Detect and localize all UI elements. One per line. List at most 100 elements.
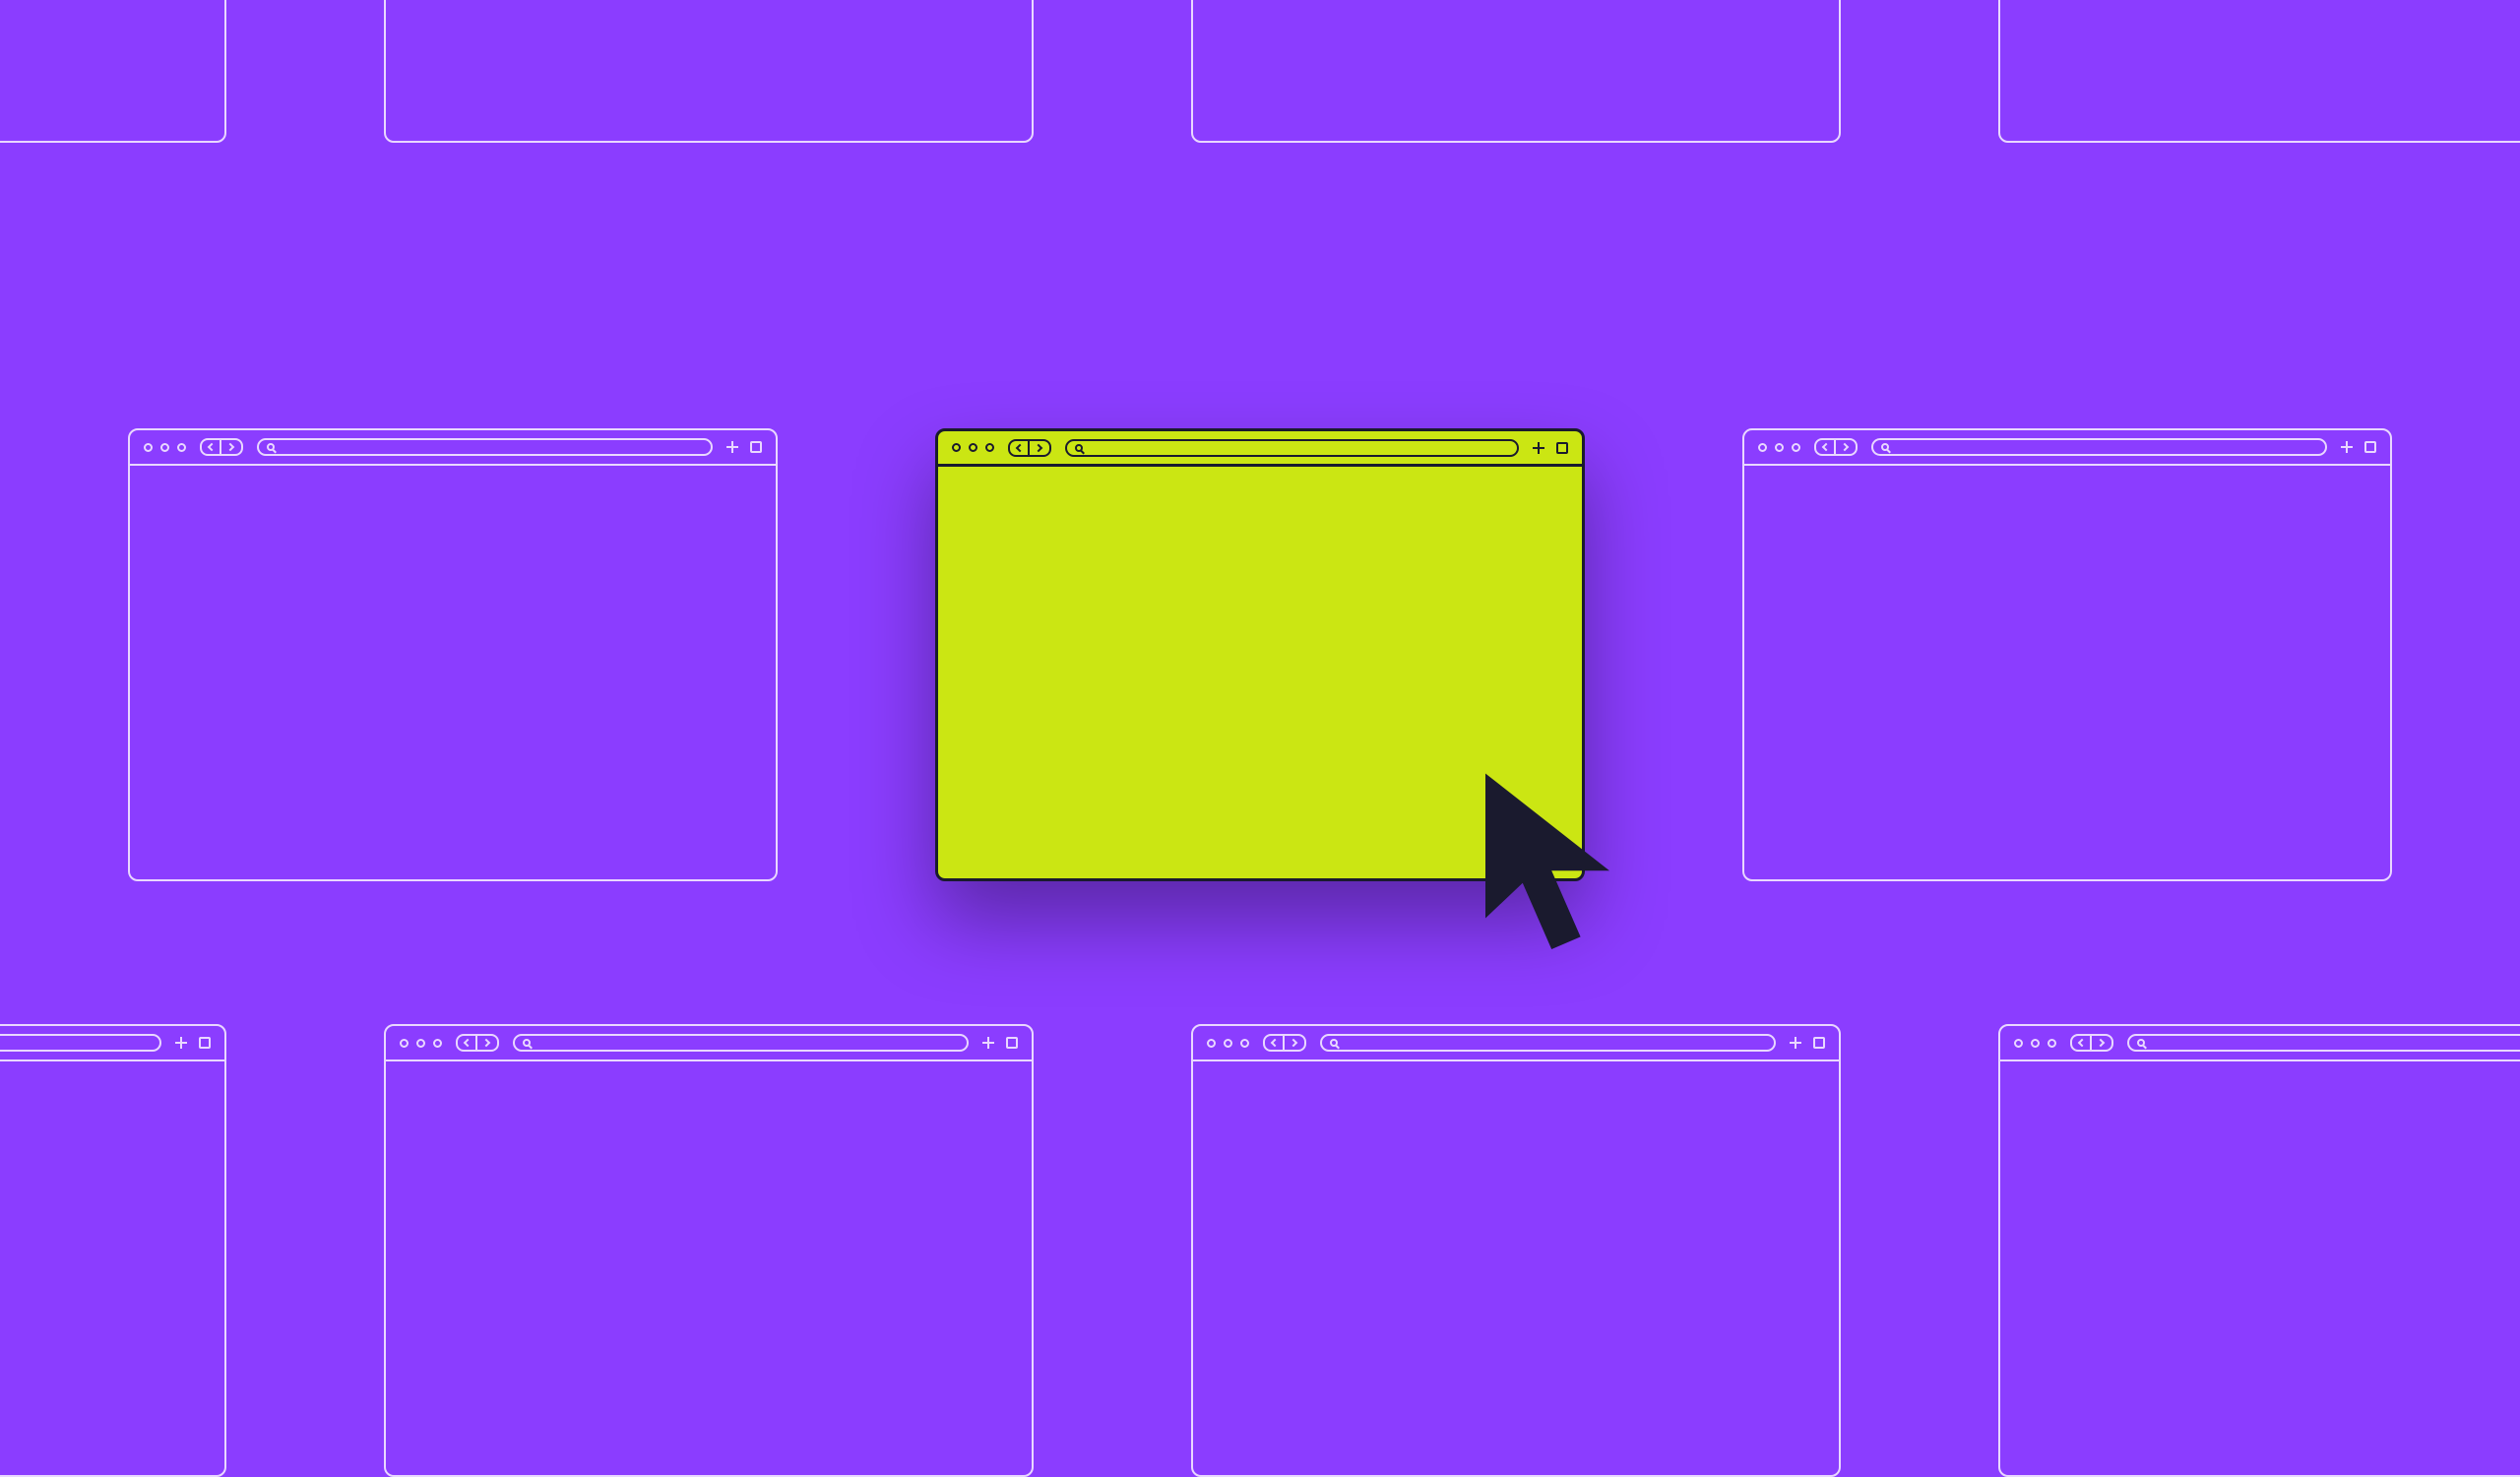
close-icon xyxy=(2014,1039,2023,1048)
close-icon[interactable] xyxy=(952,443,961,452)
maximize-icon[interactable] xyxy=(985,443,994,452)
traffic-lights xyxy=(1758,443,1800,452)
browser-window-outline xyxy=(384,0,1034,143)
toolbar xyxy=(938,431,1582,467)
traffic-lights xyxy=(400,1039,442,1048)
nav-buttons xyxy=(1008,439,1051,457)
chevron-right-icon xyxy=(482,1039,490,1047)
forward-button xyxy=(2092,1036,2111,1050)
tabs-icon xyxy=(1006,1037,1018,1049)
back-button xyxy=(1816,440,1836,454)
address-bar xyxy=(1871,438,2327,456)
forward-button xyxy=(1836,440,1856,454)
chevron-left-icon xyxy=(464,1039,472,1047)
chevron-right-icon xyxy=(226,443,234,451)
back-button xyxy=(1265,1036,1285,1050)
plus-icon xyxy=(982,1037,994,1049)
close-icon xyxy=(1207,1039,1216,1048)
right-controls xyxy=(1790,1037,1825,1049)
browser-window-outline xyxy=(128,428,778,881)
chevron-left-icon xyxy=(1822,443,1830,451)
maximize-icon xyxy=(2048,1039,2056,1048)
search-icon xyxy=(1075,444,1083,452)
minimize-icon xyxy=(2031,1039,2040,1048)
right-controls xyxy=(175,1037,211,1049)
back-button[interactable] xyxy=(1010,441,1030,455)
chevron-left-icon xyxy=(2078,1039,2086,1047)
toolbar xyxy=(386,1026,1032,1061)
toolbar xyxy=(0,1026,224,1061)
toolbar xyxy=(2000,1026,2520,1061)
address-bar xyxy=(2127,1034,2520,1052)
right-controls xyxy=(2341,441,2376,453)
plus-icon xyxy=(1790,1037,1801,1049)
browser-window-outline xyxy=(1742,428,2392,881)
browser-window-outline xyxy=(384,1024,1034,1477)
plus-icon xyxy=(2341,441,2353,453)
close-icon xyxy=(144,443,153,452)
maximize-icon xyxy=(433,1039,442,1048)
address-bar[interactable] xyxy=(1065,439,1519,457)
browser-window-outline xyxy=(1191,0,1841,143)
chevron-right-icon xyxy=(2097,1039,2105,1047)
close-icon xyxy=(1758,443,1767,452)
search-icon xyxy=(267,443,275,451)
tabs-icon xyxy=(1813,1037,1825,1049)
close-icon xyxy=(400,1039,409,1048)
minimize-icon xyxy=(160,443,169,452)
minimize-icon xyxy=(1224,1039,1232,1048)
address-bar xyxy=(0,1034,161,1052)
minimize-icon xyxy=(416,1039,425,1048)
browser-window-outline xyxy=(1998,1024,2520,1477)
address-bar xyxy=(513,1034,969,1052)
search-icon xyxy=(1881,443,1889,451)
right-controls xyxy=(1533,442,1568,454)
plus-icon xyxy=(175,1037,187,1049)
tabs-icon xyxy=(199,1037,211,1049)
toolbar xyxy=(1744,430,2390,466)
search-icon xyxy=(523,1039,531,1047)
chevron-left-icon xyxy=(1016,443,1024,451)
right-controls xyxy=(726,441,762,453)
browser-window-outline xyxy=(0,1024,226,1477)
search-icon xyxy=(2137,1039,2145,1047)
back-button xyxy=(202,440,221,454)
traffic-lights xyxy=(1207,1039,1249,1048)
browser-window-outline xyxy=(0,0,226,143)
forward-button xyxy=(221,440,241,454)
toolbar xyxy=(130,430,776,466)
maximize-icon xyxy=(177,443,186,452)
traffic-lights xyxy=(2014,1039,2056,1048)
forward-button xyxy=(1285,1036,1304,1050)
chevron-left-icon xyxy=(1271,1039,1279,1047)
browser-window-outline xyxy=(1998,0,2520,143)
nav-buttons xyxy=(1814,438,1858,456)
minimize-icon xyxy=(1775,443,1784,452)
search-icon xyxy=(1330,1039,1338,1047)
traffic-lights xyxy=(952,443,994,452)
chevron-left-icon xyxy=(208,443,216,451)
tabs-icon[interactable] xyxy=(1556,442,1568,454)
maximize-icon xyxy=(1792,443,1800,452)
nav-buttons xyxy=(1263,1034,1306,1052)
minimize-icon[interactable] xyxy=(969,443,977,452)
forward-button xyxy=(477,1036,497,1050)
chevron-right-icon xyxy=(1035,443,1042,451)
nav-buttons xyxy=(2070,1034,2113,1052)
address-bar xyxy=(257,438,713,456)
tabs-icon xyxy=(750,441,762,453)
back-button xyxy=(458,1036,477,1050)
cursor-icon xyxy=(1465,763,1671,970)
maximize-icon xyxy=(1240,1039,1249,1048)
tabs-icon xyxy=(2364,441,2376,453)
browser-window-outline xyxy=(1191,1024,1841,1477)
chevron-right-icon xyxy=(1290,1039,1297,1047)
toolbar xyxy=(1193,1026,1839,1061)
back-button xyxy=(2072,1036,2092,1050)
forward-button[interactable] xyxy=(1030,441,1049,455)
plus-icon xyxy=(726,441,738,453)
chevron-right-icon xyxy=(1841,443,1849,451)
traffic-lights xyxy=(144,443,186,452)
plus-icon[interactable] xyxy=(1533,442,1544,454)
nav-buttons xyxy=(456,1034,499,1052)
